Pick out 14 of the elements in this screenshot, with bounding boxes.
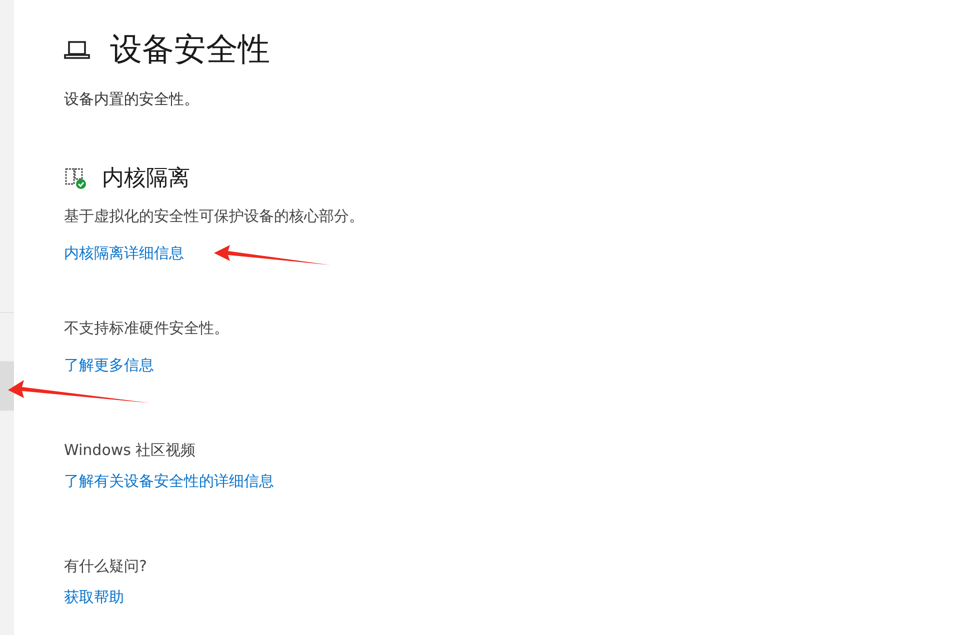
info-link[interactable]: 了解更多信息 <box>64 356 154 375</box>
page-subtitle: 设备内置的安全性。 <box>64 90 200 109</box>
info-link[interactable]: 内核隔离详细信息 <box>64 244 184 263</box>
section-text: 不支持标准硬件安全性。 <box>64 319 230 338</box>
section-text: 有什么疑问? <box>64 557 148 576</box>
laptop-icon <box>64 40 90 60</box>
sidebar-item[interactable] <box>0 361 14 410</box>
section-text: 基于虚拟化的安全性可保护设备的核心部分。 <box>64 207 364 226</box>
page-title: 设备安全性 <box>110 29 270 70</box>
info-link[interactable]: 了解有关设备安全性的详细信息 <box>64 472 274 491</box>
chip-shield-icon <box>64 166 88 190</box>
section-text: Windows 社区视频 <box>64 441 197 460</box>
info-link[interactable]: 获取帮助 <box>64 588 124 607</box>
section-heading: 内核隔离 <box>102 165 190 193</box>
